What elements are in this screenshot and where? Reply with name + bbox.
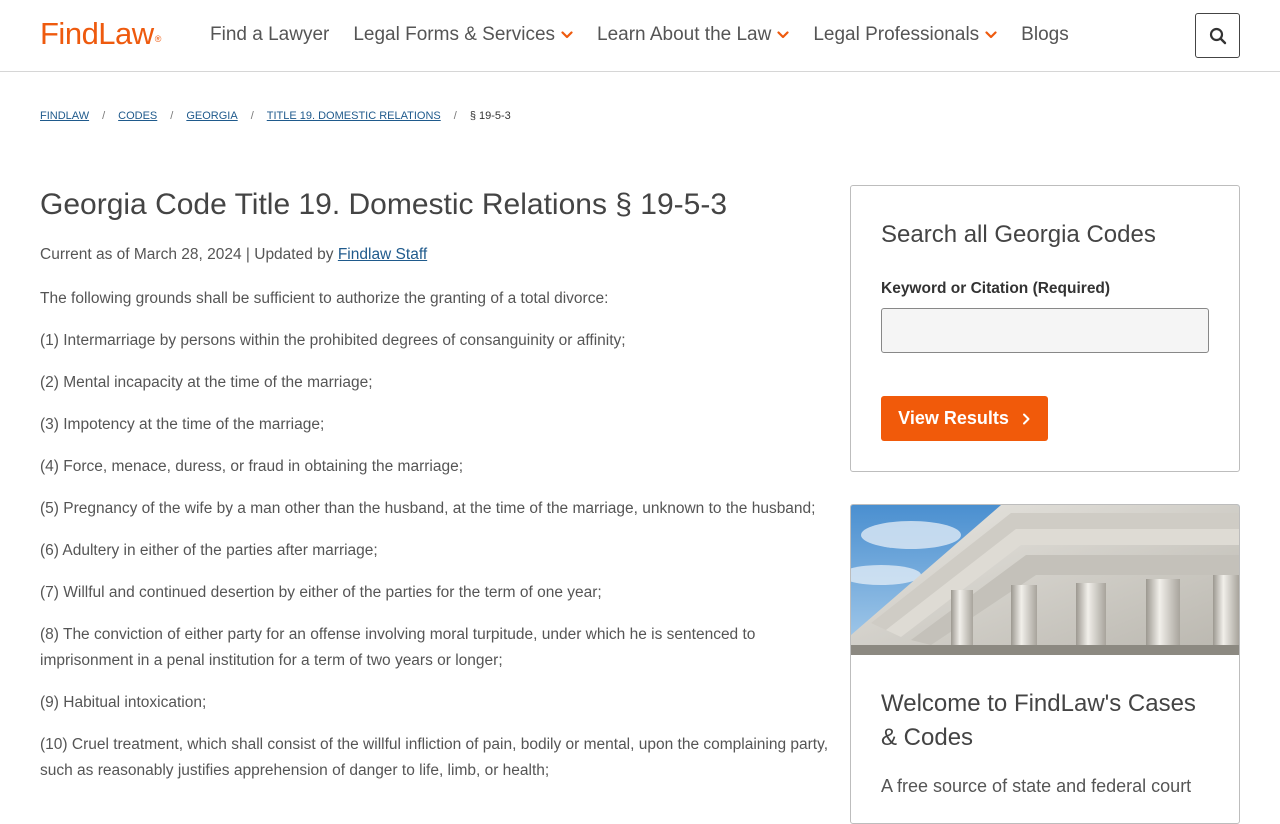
nav-label: Legal Professionals	[813, 24, 980, 45]
breadcrumb-separator: /	[250, 110, 254, 122]
nav-label: Blogs	[1021, 24, 1069, 45]
welcome-title: Welcome to FindLaw's Cases & Codes	[881, 690, 1196, 751]
code-search-panel: Search all Georgia Codes Keyword or Cita…	[850, 185, 1240, 472]
breadcrumb-separator: /	[170, 110, 174, 122]
main-content: Georgia Code Title 19. Domestic Relation…	[40, 186, 830, 800]
breadcrumb-title-19[interactable]: TITLE 19. DOMESTIC RELATIONS	[267, 110, 441, 122]
code-ground-3: (3) Impotency at the time of the marriag…	[40, 416, 325, 433]
code-ground-6: (6) Adultery in either of the parties af…	[40, 542, 378, 559]
header-search-button[interactable]	[1195, 13, 1240, 58]
chevron-down-icon	[777, 31, 789, 39]
code-ground-10: (10) Cruel treatment, which shall consis…	[40, 736, 829, 779]
author-link[interactable]: Findlaw Staff	[338, 246, 427, 263]
nav-learn-about-the-law[interactable]: Learn About the Law	[597, 24, 789, 46]
view-results-label: View Results	[898, 408, 1009, 428]
welcome-card: Welcome to FindLaw's Cases & Codes A fre…	[850, 504, 1240, 824]
page-title: Georgia Code Title 19. Domestic Relation…	[40, 188, 728, 221]
view-results-button[interactable]: View Results	[881, 396, 1048, 441]
code-ground-7: (7) Willful and continued desertion by e…	[40, 584, 602, 601]
code-ground-1: (1) Intermarriage by persons within the …	[40, 332, 626, 349]
chevron-right-icon	[1022, 413, 1030, 424]
nav-legal-professionals[interactable]: Legal Professionals	[813, 24, 997, 46]
supreme-court-image	[851, 505, 1239, 655]
update-meta: Current as of March 28, 2024 | Updated b…	[40, 246, 830, 264]
breadcrumb-georgia[interactable]: GEORGIA	[186, 110, 237, 122]
nav-label: Legal Forms & Services	[353, 24, 556, 45]
code-intro: The following grounds shall be sufficien…	[40, 290, 609, 307]
nav-label: Find a Lawyer	[210, 24, 330, 45]
search-icon	[1209, 27, 1226, 44]
welcome-text: A free source of state and federal court	[881, 776, 1192, 796]
nav-legal-forms-services[interactable]: Legal Forms & Services	[353, 24, 573, 46]
breadcrumb-current: § 19-5-3	[469, 110, 511, 122]
code-ground-5: (5) Pregnancy of the wife by a man other…	[40, 500, 816, 517]
code-ground-8: (8) The conviction of either party for a…	[40, 626, 756, 669]
logo-text: FindLaw	[40, 16, 154, 51]
search-panel-title: Search all Georgia Codes	[881, 221, 1156, 248]
code-ground-9: (9) Habitual intoxication;	[40, 694, 207, 711]
keyword-citation-input[interactable]	[881, 308, 1209, 353]
chevron-down-icon	[561, 31, 573, 39]
meta-date: Current as of March 28, 2024 | Updated b…	[40, 246, 338, 263]
nav-blogs[interactable]: Blogs	[1021, 24, 1069, 46]
courthouse-illustration	[851, 505, 1239, 655]
breadcrumb-codes[interactable]: CODES	[118, 110, 157, 122]
search-field-label: Keyword or Citation (Required)	[881, 280, 1111, 297]
breadcrumb-separator: /	[102, 110, 106, 122]
breadcrumb-findlaw[interactable]: FINDLAW	[40, 110, 89, 122]
breadcrumb: FINDLAW / CODES / GEORGIA / TITLE 19. DO…	[40, 110, 511, 122]
breadcrumb-separator: /	[453, 110, 457, 122]
main-nav: Find a Lawyer Legal Forms & Services Lea…	[210, 24, 1093, 46]
code-ground-4: (4) Force, menace, duress, or fraud in o…	[40, 458, 464, 475]
chevron-down-icon	[985, 31, 997, 39]
code-ground-2: (2) Mental incapacity at the time of the…	[40, 374, 373, 391]
site-header: FindLaw® Find a Lawyer Legal Forms & Ser…	[0, 0, 1280, 72]
findlaw-logo[interactable]: FindLaw®	[40, 16, 161, 52]
nav-find-a-lawyer[interactable]: Find a Lawyer	[210, 24, 329, 46]
nav-label: Learn About the Law	[597, 24, 772, 45]
logo-registered-mark: ®	[154, 34, 162, 44]
